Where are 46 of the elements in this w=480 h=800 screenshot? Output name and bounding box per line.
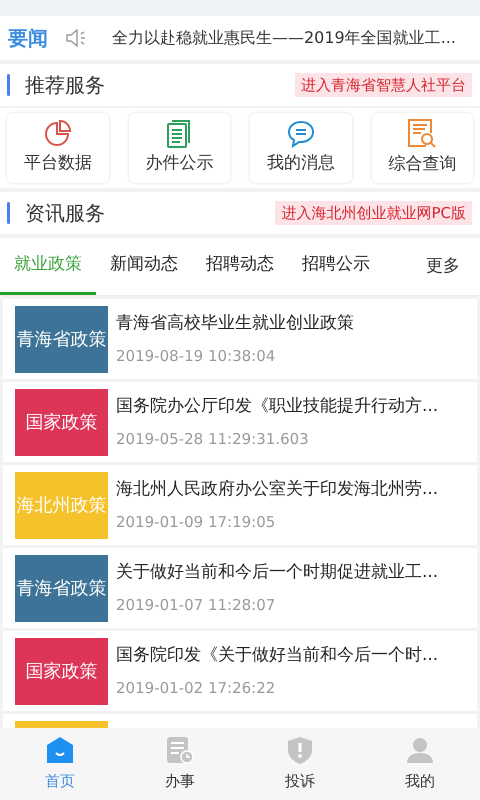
platform-link[interactable]: 进入青海省智慧人社平台: [295, 72, 472, 98]
service-card[interactable]: 我的消息: [250, 113, 352, 183]
shield-alert-icon: [287, 736, 313, 764]
section-marker: [7, 74, 10, 96]
speaker-icon: [66, 29, 88, 47]
section-marker: [7, 202, 10, 224]
section-title: 推荐服务: [25, 72, 106, 99]
article-date: 2019-08-19 10:38:04: [116, 346, 276, 366]
service-card[interactable]: 办件公示: [128, 113, 230, 183]
article-title: 海北州人民政府办公室关于印发海北州劳...: [116, 478, 438, 501]
article-title: 关于做好当前和今后一个时期促进就业工...: [116, 561, 438, 584]
article-date: 2019-01-02 17:26:22: [116, 678, 276, 698]
category-tag: 海北州政策: [15, 472, 108, 538]
category-tag: 青海省政策: [15, 306, 108, 372]
document-clock-icon: [166, 736, 194, 764]
article-item[interactable]: 国家政策 国务院印发《关于做好当前和今后一个时... 2019-01-02 17:26:22: [3, 631, 477, 711]
category-tag: 国家政策: [15, 388, 108, 456]
category-tab[interactable]: 新闻动态: [96, 238, 192, 295]
article-date: 2019-05-28 11:29:31.603: [116, 428, 310, 450]
article-item[interactable]: 海北州政策 海北州人民政府办公室关于印发海北州劳... 2019-01-09 17:19:05: [3, 465, 477, 545]
service-card[interactable]: 平台数据: [7, 113, 108, 183]
article-item[interactable]: 国家政策 国务院办公厅印发《职业技能提升行动方... 2019-05-28 11:29:31.603: [3, 382, 477, 462]
news-headline[interactable]: 全力以赴稳就业惠民生——2019年全国就业工...: [112, 26, 456, 50]
nav-tab[interactable]: 投诉: [240, 728, 360, 800]
category-tab[interactable]: 招聘公示: [288, 238, 384, 295]
article-title: 国务院办公厅印发《职业技能提升行动方...: [116, 395, 438, 418]
chat-bubble-icon: [286, 119, 316, 150]
article-title: 青海省高校毕业生就业创业政策: [116, 312, 354, 335]
article-date: 2019-01-09 17:19:05: [116, 512, 276, 532]
nav-tab[interactable]: 办事: [120, 728, 240, 800]
category-tab[interactable]: 招聘动态: [192, 238, 288, 295]
news-label: 要闻: [8, 25, 49, 52]
nav-tab[interactable]: 我的: [360, 728, 480, 800]
section-title: 资讯服务: [25, 200, 106, 227]
home-icon: [46, 736, 74, 764]
article-item[interactable]: 青海省政策 关于做好当前和今后一个时期促进就业工... 2019-01-07 11:28:07: [3, 548, 477, 628]
document-search-icon: [406, 118, 438, 150]
article-title: 国务院印发《关于做好当前和今后一个时...: [116, 644, 438, 667]
article-date: 2019-01-07 11:28:07: [116, 594, 276, 616]
more-button[interactable]: 更多: [384, 238, 480, 295]
category-tag: 国家政策: [15, 638, 108, 704]
service-card[interactable]: 综合查询: [372, 113, 473, 183]
platform-link[interactable]: 进入海北州创业就业网PC版: [275, 200, 472, 226]
category-tag: 青海省政策: [15, 554, 108, 622]
user-icon: [406, 736, 434, 764]
article-item[interactable]: 青海省政策 青海省高校毕业生就业创业政策 2019-08-19 10:38:04: [3, 299, 477, 379]
